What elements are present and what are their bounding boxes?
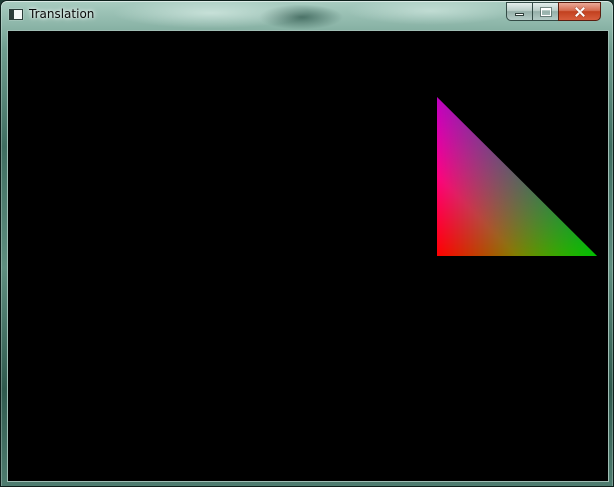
maximize-button[interactable]: [532, 2, 558, 21]
minimize-button[interactable]: [506, 2, 532, 21]
close-button[interactable]: [558, 2, 601, 21]
minimize-icon: [515, 13, 524, 16]
title-bar[interactable]: Translation: [1, 1, 613, 29]
triangle-canvas: [437, 97, 597, 256]
window-title: Translation: [29, 7, 95, 21]
maximize-icon: [539, 6, 552, 17]
caption-buttons: [506, 2, 601, 21]
close-icon: [575, 7, 585, 17]
render-canvas[interactable]: [7, 30, 609, 482]
app-window: Translation: [0, 0, 614, 487]
rgb-triangle: [437, 97, 597, 256]
app-window-icon[interactable]: [9, 9, 23, 20]
